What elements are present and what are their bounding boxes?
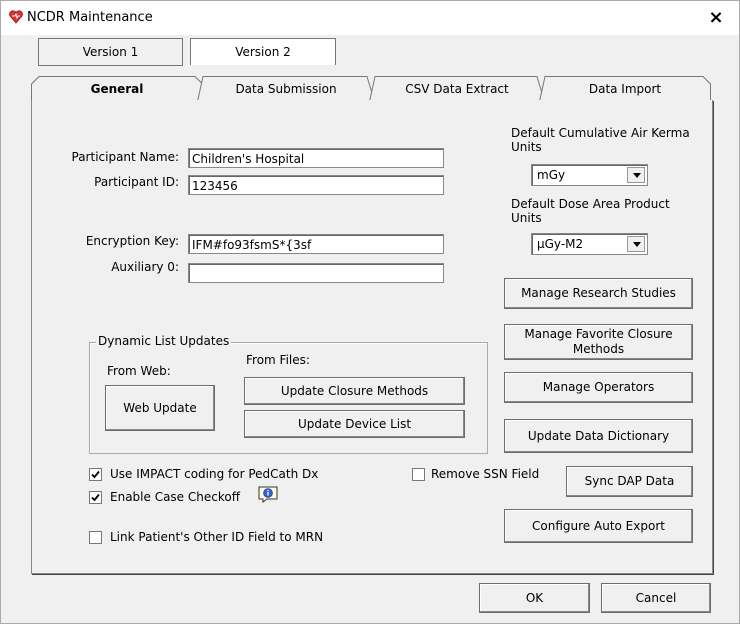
- remove-ssn-label: Remove SSN Field: [431, 467, 540, 481]
- air-kerma-value: mGy: [537, 168, 566, 182]
- tab-data-submission[interactable]: Data Submission: [197, 76, 375, 102]
- ncdr-maintenance-window: NCDR Maintenance × Version 1 Version 2 G…: [0, 0, 740, 624]
- cancel-button[interactable]: Cancel: [601, 583, 711, 613]
- air-kerma-select[interactable]: mGy: [531, 164, 648, 186]
- update-device-list-button[interactable]: Update Device List: [244, 410, 465, 438]
- configure-auto-export-button[interactable]: Configure Auto Export: [504, 509, 693, 543]
- link-mrn-checkbox[interactable]: [89, 531, 102, 544]
- manage-research-studies-button[interactable]: Manage Research Studies: [504, 278, 693, 309]
- tab-version-1[interactable]: Version 1: [38, 38, 183, 66]
- dose-area-select[interactable]: µGy-M2: [531, 233, 648, 255]
- participant-name-label: Participant Name:: [71, 150, 180, 164]
- encryption-key-label: Encryption Key:: [85, 234, 179, 248]
- link-mrn-label: Link Patient's Other ID Field to MRN: [110, 530, 324, 544]
- impact-checkbox[interactable]: [89, 468, 102, 481]
- tab-general-label: General: [90, 82, 144, 96]
- manage-operators-button[interactable]: Manage Operators: [504, 372, 693, 403]
- participant-id-field[interactable]: 123456: [188, 175, 444, 195]
- tab-general[interactable]: General: [31, 76, 203, 101]
- dose-area-value: µGy-M2: [537, 237, 584, 251]
- air-kerma-label: Default Cumulative Air Kerma Units: [511, 126, 690, 154]
- dose-area-label: Default Dose Area Product Units: [511, 197, 670, 225]
- title-bar: NCDR Maintenance ×: [1, 1, 739, 35]
- case-checkoff-label: Enable Case Checkoff: [110, 490, 240, 504]
- remove-ssn-checkbox[interactable]: [412, 468, 425, 481]
- encryption-key-field[interactable]: IFM#fo93fsmS*{3sf: [188, 234, 444, 254]
- update-closure-methods-button[interactable]: Update Closure Methods: [244, 377, 465, 405]
- tab-data-submission-label: Data Submission: [235, 82, 337, 96]
- web-update-button[interactable]: Web Update: [105, 385, 215, 431]
- case-checkoff-checkbox[interactable]: [89, 491, 102, 504]
- chevron-down-icon[interactable]: [627, 167, 645, 183]
- tab-version-2[interactable]: Version 2: [190, 38, 336, 65]
- tab-csv-data-extract[interactable]: CSV Data Extract: [369, 76, 545, 102]
- manage-favorite-closure-button[interactable]: Manage Favorite Closure Methods: [504, 324, 693, 360]
- close-button[interactable]: ×: [705, 8, 727, 28]
- impact-label: Use IMPACT coding for PedCath Dx: [110, 467, 319, 481]
- dynamic-list-label: Dynamic List Updates: [96, 334, 232, 348]
- auxiliary-field[interactable]: [188, 263, 444, 283]
- tab-data-import[interactable]: Data Import: [539, 76, 711, 102]
- participant-id-label: Participant ID:: [94, 175, 179, 189]
- ok-button[interactable]: OK: [479, 583, 590, 613]
- info-icon[interactable]: [257, 485, 279, 503]
- checkmark-icon: [91, 493, 100, 502]
- update-data-dictionary-button[interactable]: Update Data Dictionary: [504, 419, 693, 453]
- sync-dap-data-button[interactable]: Sync DAP Data: [566, 466, 693, 497]
- auxiliary-label: Auxiliary 0:: [111, 260, 179, 274]
- app-heart-icon: [9, 10, 23, 24]
- checkmark-icon: [91, 470, 100, 479]
- from-web-label: From Web:: [107, 364, 171, 378]
- chevron-down-icon[interactable]: [627, 236, 645, 252]
- tab-data-import-label: Data Import: [588, 82, 662, 96]
- from-files-label: From Files:: [246, 353, 310, 367]
- window-title: NCDR Maintenance: [27, 10, 153, 25]
- tab-csv-data-extract-label: CSV Data Extract: [405, 82, 509, 96]
- participant-name-field[interactable]: Children's Hospital: [188, 148, 444, 168]
